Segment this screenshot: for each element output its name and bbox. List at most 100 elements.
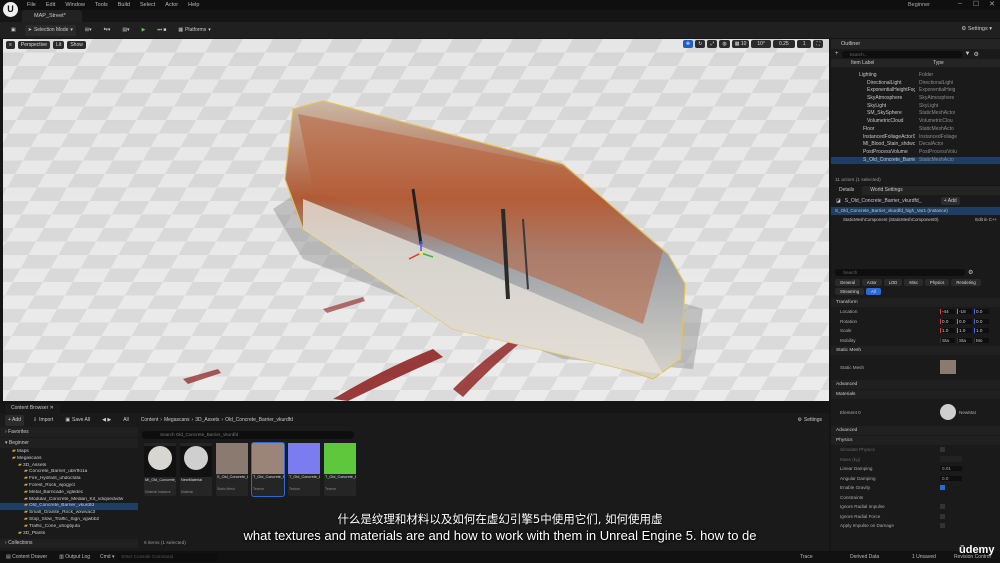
asset-tile[interactable]: T_Old_Concrete_Barrier_vkur.. Texture — [251, 442, 285, 497]
asset-tile[interactable]: NewMaterial Material — [180, 443, 212, 496]
asset-tile[interactable]: MI_Old_Concrete_Barrier_vkur.. Material I… — [144, 443, 176, 496]
cinematics-icon[interactable]: ▤▾ — [119, 25, 132, 36]
enable-gravity-checkbox[interactable] — [940, 485, 945, 491]
material-thumbnail[interactable] — [940, 404, 956, 420]
vector-field[interactable]: Mo — [974, 337, 989, 343]
outliner-row[interactable]: VolumetricCloud VolumetricClou — [831, 118, 1000, 126]
outliner-tab[interactable]: Outliner — [831, 39, 1000, 49]
favorites-section[interactable]: › Favorites — [0, 427, 138, 437]
cmd-dropdown[interactable]: Cmd ▾ — [96, 554, 118, 560]
world-icon[interactable]: ◍ — [719, 40, 730, 48]
physics-section[interactable]: Physics — [831, 436, 1000, 445]
menu-edit[interactable]: Edit — [46, 2, 55, 8]
folder-item[interactable]: ▰ Concrete_Barrier_ubrrffo1a — [0, 469, 138, 476]
column-item-label[interactable]: Item Label — [851, 59, 933, 67]
save-icon[interactable]: ▣ — [8, 25, 19, 36]
tab-world-settings[interactable]: World Settings — [862, 186, 910, 195]
vector-field[interactable]: -44 — [940, 309, 955, 315]
close-tab-icon[interactable]: ✕ — [50, 405, 54, 411]
filter-tab[interactable]: Actor — [861, 279, 882, 286]
outliner-search-input[interactable]: Search... — [841, 50, 962, 58]
vector-field[interactable]: 1.0 — [974, 328, 989, 334]
maximize-icon[interactable]: ☐ — [968, 0, 984, 10]
rotation-snap[interactable]: 10° — [751, 40, 771, 48]
minimize-icon[interactable]: – — [952, 0, 968, 10]
outliner-row[interactable]: MI_Blood_Stain_shdwcdwc_2K DecalActor — [831, 141, 1000, 149]
constraints-row[interactable]: Constraints — [831, 493, 1000, 503]
folder-item[interactable]: ▰ Old_Concrete_Barrier_vkurdfd — [0, 503, 138, 511]
component-root[interactable]: S_Old_Concrete_Barrier_vkurdfd_high_Var1… — [831, 207, 1000, 215]
filter-tab[interactable]: LOD — [883, 279, 903, 286]
rotate-tool-icon[interactable]: ↻ — [695, 40, 706, 48]
settings-icon[interactable]: ⚙ — [973, 51, 978, 58]
static-mesh-thumbnail[interactable] — [940, 360, 956, 374]
asset-tile[interactable]: S_Old_Concrete_Barrier_vkur.. Static Mesh — [216, 443, 248, 496]
gear-icon[interactable]: ⚙ — [968, 269, 973, 276]
play-icon[interactable]: ▶ — [139, 25, 149, 36]
filter-tab[interactable]: General — [835, 279, 860, 286]
level-tab[interactable]: MAP_Street* — [22, 10, 82, 22]
details-search-input[interactable]: Search — [835, 269, 965, 276]
edit-in-cpp-link[interactable]: Edit in C++ — [975, 215, 997, 224]
angular-damping-field[interactable]: 0.0 — [940, 475, 962, 481]
blueprint-icon[interactable]: ⇆▾ — [101, 25, 114, 36]
filter-tab[interactable]: Streaming — [835, 288, 865, 295]
unsaved-button[interactable]: 1 Unsaved — [912, 554, 936, 560]
vector-field[interactable]: Sta — [957, 337, 972, 343]
folder-item[interactable]: ▰ Megascans — [0, 456, 138, 463]
outliner-row[interactable]: SkyAtmosphere SkyAtmosphere — [831, 95, 1000, 103]
menu-build[interactable]: Build — [118, 2, 130, 8]
asset-tile[interactable]: T_Old_Concrete_Barrier_vkur.. Texture — [288, 443, 320, 496]
outliner-row[interactable]: ExponentialHeightFog ExponentialHeig — [831, 87, 1000, 95]
maximize-viewport-icon[interactable]: ⛶ — [813, 40, 823, 48]
show-button[interactable]: Show — [67, 41, 86, 49]
outliner-row[interactable]: SkyLight SkyLight — [831, 103, 1000, 111]
outliner-row[interactable]: Floor StaticMeshActo — [831, 126, 1000, 134]
scale-snap[interactable]: 0.25 — [772, 40, 795, 48]
linear-damping-field[interactable]: 0.01 — [940, 466, 962, 472]
component-row[interactable]: StaticMeshComponent (StaticMeshComponent… — [831, 215, 1000, 224]
outliner-row[interactable]: PostProcessVolume PostProcessVolu — [831, 149, 1000, 157]
outliner-row[interactable]: S_Old_Concrete_Barrier_vkurdfd_h StaticMe… — [831, 156, 1000, 165]
breadcrumb-content[interactable]: Content — [141, 417, 159, 423]
column-type[interactable]: Type — [933, 59, 944, 67]
vector-field[interactable]: 0.0 — [974, 309, 989, 315]
asset-tile[interactable]: T_Old_Concrete_Barrier_vkur.. Texture — [324, 443, 356, 496]
viewport-menu-icon[interactable]: ≡ — [6, 41, 15, 49]
view-mode-button[interactable]: Lit — [53, 41, 65, 49]
filter-tab[interactable]: Physics — [924, 279, 950, 286]
play-options-icon[interactable]: ⏭ ■ — [154, 25, 169, 36]
add-button[interactable]: + Add — [5, 414, 24, 426]
back-icon[interactable]: ◀ ▶ — [99, 415, 114, 426]
mass-field[interactable] — [940, 456, 962, 463]
breadcrumb-megascans[interactable]: Megascans — [164, 417, 190, 423]
scale-tool-icon[interactable]: ⤢ — [707, 40, 718, 48]
asset-search-input[interactable]: Search Old_Concrete_Barrier_vkurdfd — [142, 431, 354, 439]
filter-tab[interactable]: All — [866, 288, 881, 295]
outliner-row[interactable]: DirectionalLight DirectionalLight — [831, 80, 1000, 88]
transform-section[interactable]: Transform — [831, 298, 1000, 307]
folder-item[interactable]: ▰ 3D_Assets — [0, 463, 138, 470]
actor-name-field[interactable]: S_Old_Concrete_Barrier_vkurdfd_ — [845, 198, 937, 204]
menu-help[interactable]: Help — [188, 2, 199, 8]
import-button[interactable]: ⇩ Import — [30, 415, 56, 426]
vector-field[interactable]: 1.0 — [940, 328, 955, 334]
grid-snap-icon[interactable]: ▦ 10 — [731, 40, 750, 48]
filter-tab[interactable]: Misc — [904, 279, 923, 286]
breadcrumb-folder[interactable]: Old_Concrete_Barrier_vkurdfd — [225, 417, 293, 423]
menu-tools[interactable]: Tools — [95, 2, 108, 8]
selection-mode-button[interactable]: ➤ Selection Mode ▾ — [24, 24, 76, 36]
beginner-section[interactable]: ▾ Beginner — [0, 438, 138, 448]
content-browser-tab[interactable]: Content Browser ✕ — [5, 404, 60, 413]
tab-details[interactable]: Details — [831, 186, 863, 195]
simulate-physics-checkbox[interactable] — [940, 447, 945, 453]
output-log-button[interactable]: ▥ Output Log — [53, 554, 96, 560]
trace-button[interactable]: Trace — [800, 554, 813, 560]
breadcrumb-all[interactable]: All — [120, 415, 132, 426]
folder-item[interactable]: ▰ Forest_Rock_wjogyct — [0, 483, 138, 490]
perspective-button[interactable]: Perspective — [17, 41, 51, 49]
content-settings-button[interactable]: ⚙ Settings — [794, 415, 825, 426]
static-mesh-section[interactable]: Static Mesh — [831, 346, 1000, 355]
filter-tab[interactable]: Rendering — [951, 279, 981, 286]
settings-button[interactable]: ⚙ Settings ▾ — [961, 26, 992, 32]
